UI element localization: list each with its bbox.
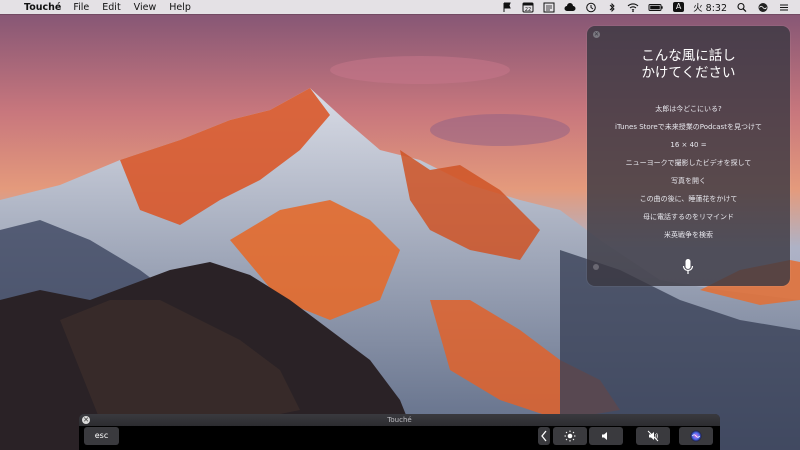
- siri-suggestion-list: 太郎は今どこにいる? iTunes Storeで未来授業のPodcastを見つけ…: [587, 100, 790, 244]
- siri-suggestion: この曲の後に、睡蓮花をかけて: [639, 195, 738, 203]
- cloud-icon[interactable]: [564, 2, 576, 13]
- clock-history-icon[interactable]: [585, 2, 597, 13]
- siri-suggestion: ニューヨークで撮影したビデオを探して: [625, 159, 752, 167]
- mute-button[interactable]: [636, 427, 670, 445]
- microphone-icon[interactable]: [682, 258, 694, 276]
- siri-suggestion: 米英戦争を検索: [664, 231, 713, 239]
- siri-suggestion: 写真を開く: [671, 177, 706, 185]
- volume-icon: [602, 432, 607, 440]
- siri-icon: [690, 430, 702, 442]
- menu-file[interactable]: File: [73, 2, 89, 13]
- siri-suggestion: 母に電話するのをリマインド: [643, 213, 734, 221]
- calendar-day: 22: [525, 7, 531, 13]
- brightness-button[interactable]: [553, 427, 587, 445]
- control-strip-collapse-button[interactable]: [538, 427, 550, 445]
- brightness-icon: [564, 430, 576, 442]
- close-icon[interactable]: ✕: [82, 416, 90, 424]
- wifi-icon[interactable]: [627, 2, 639, 13]
- menu-clock[interactable]: 火 8:32: [693, 0, 727, 14]
- mute-icon: [647, 430, 659, 442]
- input-method-icon[interactable]: A: [673, 2, 685, 12]
- touche-titlebar[interactable]: ✕ Touché: [79, 414, 720, 426]
- menu-list-icon[interactable]: [778, 2, 790, 13]
- esc-key[interactable]: esc: [84, 427, 119, 445]
- siri-close-button[interactable]: ✕: [593, 31, 600, 38]
- battery-icon[interactable]: [648, 2, 664, 13]
- menu-view[interactable]: View: [134, 2, 157, 13]
- siri-help-button[interactable]: [593, 264, 599, 270]
- status-area: 22 A 火 8:32: [501, 0, 800, 14]
- touche-window: ✕ Touché esc: [79, 414, 720, 450]
- siri-icon[interactable]: [757, 2, 769, 13]
- siri-headline: こんな風に話し かけてください: [641, 48, 736, 81]
- calendar-icon[interactable]: 22: [522, 2, 534, 13]
- checklist-icon[interactable]: [543, 2, 555, 13]
- search-icon[interactable]: [736, 2, 748, 13]
- window-title: Touché: [387, 416, 412, 424]
- siri-button[interactable]: [679, 427, 713, 445]
- chevron-left-icon: [541, 430, 547, 442]
- menu-help[interactable]: Help: [169, 2, 191, 13]
- flag-icon[interactable]: [501, 2, 513, 13]
- volume-button[interactable]: [589, 427, 623, 445]
- siri-suggestion: 16 × 40 =: [670, 141, 707, 149]
- siri-panel: ✕ こんな風に話し かけてください 太郎は今どこにいる? iTunes Stor…: [587, 26, 790, 286]
- menu-app-name[interactable]: Touché: [24, 2, 61, 13]
- siri-suggestion: iTunes Storeで未来授業のPodcastを見つけて: [615, 123, 762, 131]
- siri-suggestion: 太郎は今どこにいる?: [655, 105, 722, 113]
- menu-bar: Touché File Edit View Help 22 A 火 8:32: [0, 0, 800, 14]
- bluetooth-icon[interactable]: [606, 2, 618, 13]
- touch-bar: esc: [79, 426, 720, 450]
- menu-edit[interactable]: Edit: [102, 2, 120, 13]
